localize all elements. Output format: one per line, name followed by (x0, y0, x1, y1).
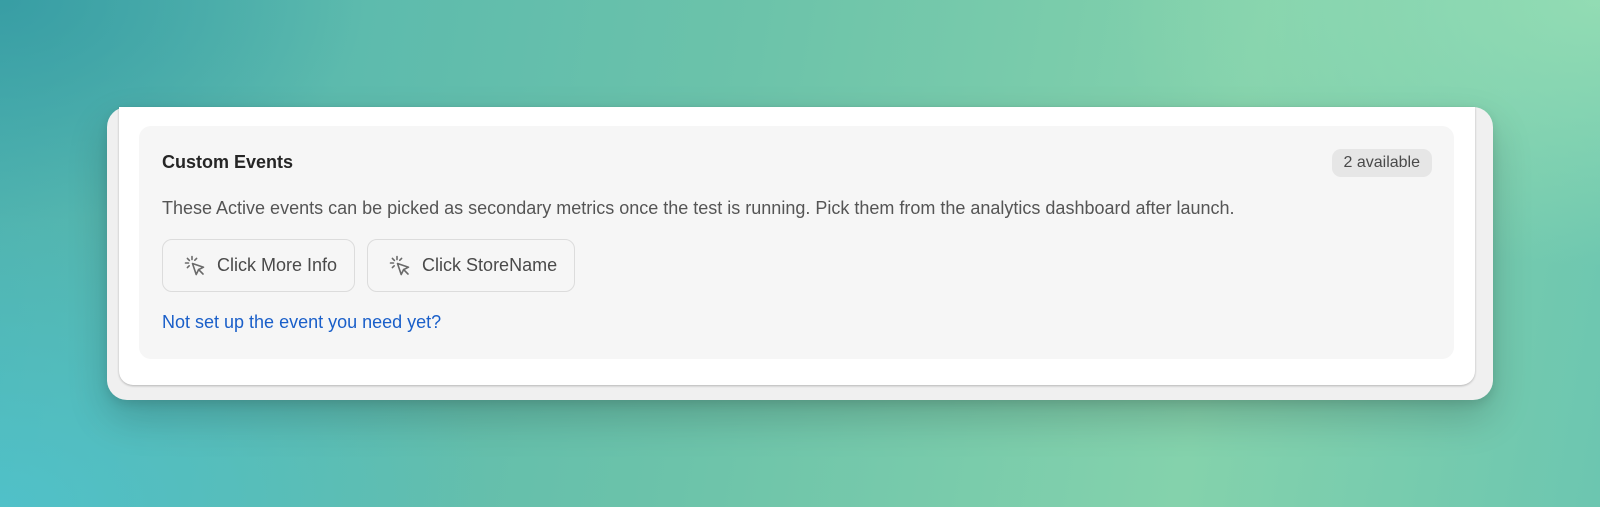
cursor-click-icon (388, 254, 412, 278)
event-chip-label: Click StoreName (422, 255, 558, 275)
cursor-click-icon (183, 254, 207, 278)
event-list: Click More Info Click StoreName (162, 239, 576, 292)
event-chip-click-storename[interactable]: Click StoreName (367, 239, 576, 292)
event-setup-help-link[interactable]: Not set up the event you need yet? (162, 312, 441, 333)
custom-events-panel: Custom Events 2 available These Active e… (139, 126, 1454, 359)
outer-card: Custom Events 2 available These Active e… (107, 107, 1493, 400)
event-chip-click-more-info[interactable]: Click More Info (162, 239, 356, 292)
panel-title: Custom Events (162, 152, 294, 172)
event-chip-label: Click More Info (217, 255, 338, 275)
inner-card: Custom Events 2 available These Active e… (119, 107, 1475, 385)
available-count-badge: 2 available (1331, 149, 1432, 177)
panel-description: These Active events can be picked as sec… (162, 198, 1235, 218)
